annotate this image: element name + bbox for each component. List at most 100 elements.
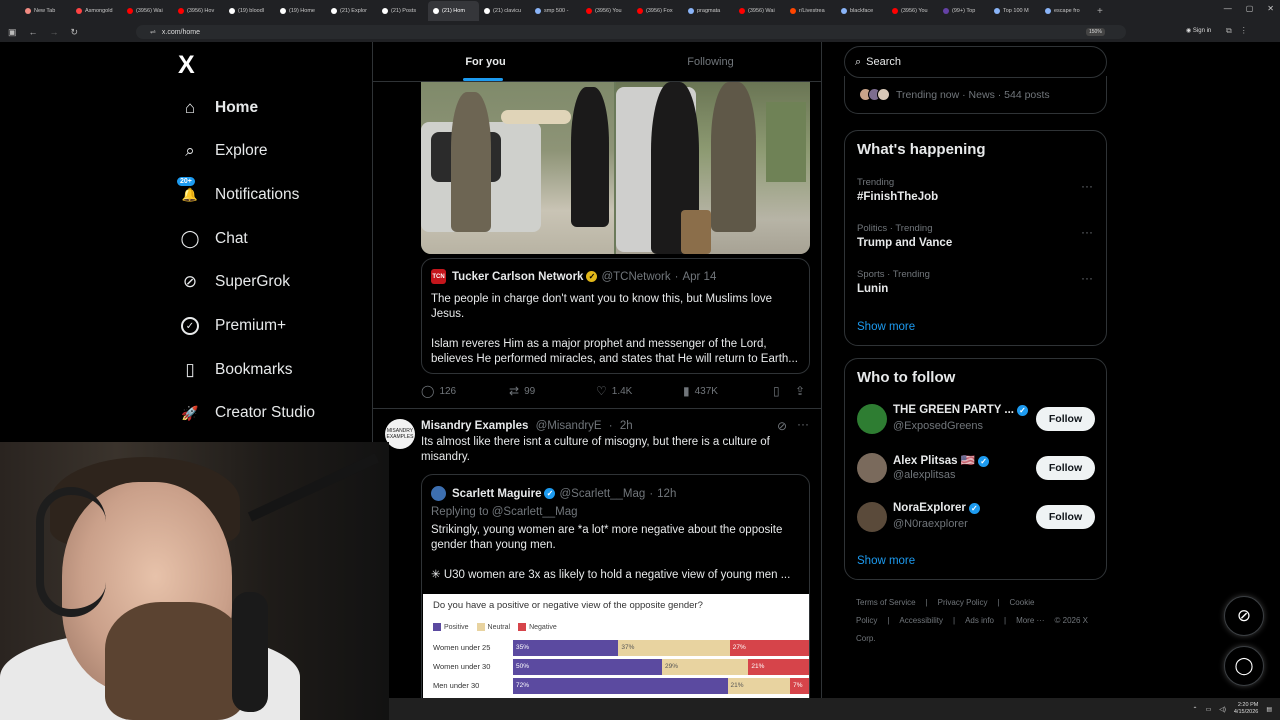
- network-icon[interactable]: ▭: [1206, 706, 1212, 713]
- nav-explore[interactable]: ⌕ Explore: [178, 136, 267, 166]
- browser-tab[interactable]: Top 100 M: [989, 1, 1040, 21]
- avatar[interactable]: MISANDRY EXAMPLES: [385, 419, 415, 449]
- more-options-icon[interactable]: ···: [1081, 179, 1093, 193]
- new-tab-icon[interactable]: +: [1097, 6, 1109, 17]
- signin-button[interactable]: ◉ Sign in: [1186, 27, 1211, 34]
- browser-tab[interactable]: (3956) You: [581, 1, 632, 21]
- reply-button[interactable]: ◯ 126: [421, 384, 456, 398]
- avatar[interactable]: [857, 404, 887, 434]
- zoom-badge[interactable]: 150%: [1086, 28, 1105, 36]
- reload-icon[interactable]: ↻: [71, 27, 79, 38]
- browser-tab[interactable]: escape fro: [1040, 1, 1091, 21]
- follow-button[interactable]: Follow: [1036, 505, 1095, 529]
- chart-image[interactable]: Do you have a positive or negative view …: [423, 594, 809, 698]
- footer-link[interactable]: Ads info: [965, 616, 994, 625]
- browser-tab[interactable]: (21) Posts: [377, 1, 428, 21]
- browser-tab[interactable]: pragmata: [683, 1, 734, 21]
- views-button[interactable]: ▮ 437K: [683, 384, 718, 398]
- post[interactable]: MISANDRY EXAMPLES Misandry Examples @Mis…: [373, 408, 821, 720]
- avatar[interactable]: [857, 502, 887, 532]
- more-options-icon[interactable]: ···: [1081, 271, 1093, 285]
- more-options-icon[interactable]: ···: [1081, 225, 1093, 239]
- minimize-icon[interactable]: —: [1224, 4, 1232, 13]
- post-time[interactable]: 2h: [620, 420, 633, 432]
- browser-tab[interactable]: (21) Explor: [326, 1, 377, 21]
- tab-following[interactable]: Following: [598, 42, 821, 81]
- author-handle[interactable]: @TCNetwork: [601, 271, 670, 283]
- close-icon[interactable]: ✕: [1267, 4, 1274, 13]
- site-info-icon[interactable]: ⇌: [150, 28, 156, 36]
- grok-icon[interactable]: ⊘: [777, 419, 787, 433]
- share-button[interactable]: ⇪: [795, 384, 805, 398]
- tcn-avatar[interactable]: TCN: [431, 269, 446, 284]
- follow-button[interactable]: Follow: [1036, 407, 1095, 431]
- search-input[interactable]: ⌕ Search: [844, 46, 1107, 78]
- follow-button[interactable]: Follow: [1036, 456, 1095, 480]
- quoted-post[interactable]: TCN Tucker Carlson Network ✓ @TCNetwork …: [421, 258, 810, 374]
- clock[interactable]: 2:20 PM 4/15/2026: [1234, 702, 1258, 716]
- sidebar-toggle-icon[interactable]: ▣: [8, 27, 17, 38]
- browser-tab[interactable]: New Tab: [20, 1, 71, 21]
- tab-for-you[interactable]: For you: [373, 42, 598, 81]
- show-more-link[interactable]: Show more: [857, 321, 915, 333]
- trend-item[interactable]: Trending #FinishTheJob ···: [857, 177, 1097, 203]
- bookmark-button[interactable]: ▯: [773, 384, 780, 398]
- footer-link[interactable]: More ···: [1016, 616, 1044, 625]
- tray-chevron-icon[interactable]: ⌃: [1193, 706, 1198, 713]
- menu-icon[interactable]: ⋮: [1240, 26, 1248, 36]
- browser-tab[interactable]: (3956) Wai: [734, 1, 785, 21]
- browser-tab[interactable]: (3956) Fox: [632, 1, 683, 21]
- footer-link[interactable]: Terms of Service: [856, 598, 916, 607]
- nav-creator-studio[interactable]: 🚀 Creator Studio: [178, 398, 315, 428]
- like-button[interactable]: ♡ 1.4K: [596, 384, 632, 398]
- nav-bookmarks[interactable]: ▯ Bookmarks: [178, 355, 292, 385]
- trend-item[interactable]: Sports · Trending Lunin ···: [857, 269, 1097, 295]
- browser-tab[interactable]: (19) Home: [275, 1, 326, 21]
- trend-item[interactable]: Politics · Trending Trump and Vance ···: [857, 223, 1097, 249]
- repost-button[interactable]: ⇄ 99: [509, 384, 535, 398]
- avatar[interactable]: [431, 486, 446, 501]
- follow-suggestion[interactable]: NoraExplorer ✓ @N0raexplorer Follow: [857, 500, 1097, 534]
- show-more-link[interactable]: Show more: [857, 555, 915, 567]
- url-bar[interactable]: ⇌ x.com/home: [136, 25, 1126, 39]
- x-logo[interactable]: X: [178, 52, 204, 78]
- forward-icon[interactable]: →: [50, 27, 59, 37]
- footer-link[interactable]: Privacy Policy: [938, 598, 988, 607]
- browser-tab[interactable]: (21) clavicu: [479, 1, 530, 21]
- post-time[interactable]: 12h: [657, 488, 676, 500]
- nav-supergrok[interactable]: ⊘ SuperGrok: [178, 267, 290, 297]
- more-options-icon[interactable]: ···: [797, 417, 809, 431]
- browser-tab[interactable]: (21) Hom: [428, 1, 479, 21]
- author-name[interactable]: Tucker Carlson Network: [452, 271, 583, 283]
- nav-notifications[interactable]: 🔔 20+ Notifications: [176, 176, 299, 210]
- browser-tab[interactable]: r/Livestrea: [785, 1, 836, 21]
- browser-tab[interactable]: blackface: [836, 1, 887, 21]
- author-name[interactable]: Scarlett Maguire: [452, 488, 541, 500]
- browser-tab[interactable]: (99+) Top: [938, 1, 989, 21]
- browser-tab[interactable]: (19) bloodl: [224, 1, 275, 21]
- browser-tab[interactable]: smp 500 -: [530, 1, 581, 21]
- author-name[interactable]: Misandry Examples: [421, 420, 528, 432]
- author-handle[interactable]: @Scarlett__Mag: [559, 488, 645, 500]
- extensions-icon[interactable]: ⧉: [1226, 26, 1232, 36]
- nav-home[interactable]: ⌂ Home: [178, 93, 258, 123]
- post-media-image[interactable]: [421, 82, 810, 254]
- notification-icon[interactable]: ▤: [1266, 706, 1272, 713]
- post-date[interactable]: Apr 14: [682, 271, 716, 283]
- messages-fab-button[interactable]: ◯: [1224, 646, 1264, 686]
- browser-tab[interactable]: Asmongold: [71, 1, 122, 21]
- browser-tab[interactable]: (3956) You: [887, 1, 938, 21]
- maximize-icon[interactable]: ▢: [1246, 4, 1254, 13]
- author-handle[interactable]: @MisandryE: [536, 420, 602, 432]
- footer-link[interactable]: Accessibility: [899, 616, 943, 625]
- nav-premium[interactable]: ✓ Premium+: [178, 311, 286, 341]
- back-icon[interactable]: ←: [29, 27, 38, 37]
- nav-chat[interactable]: ◯ Chat: [178, 224, 247, 254]
- avatar[interactable]: [857, 453, 887, 483]
- trending-now-strip[interactable]: Trending now · News · 544 posts: [844, 76, 1107, 114]
- volume-icon[interactable]: ◁): [1219, 706, 1226, 713]
- follow-suggestion[interactable]: THE GREEN PARTY ... ✓ @ExposedGreens Foll…: [857, 402, 1097, 436]
- grok-fab-button[interactable]: ⊘: [1224, 596, 1264, 636]
- browser-tab[interactable]: (3956) Wai: [122, 1, 173, 21]
- quoted-post[interactable]: Scarlett Maguire ✓ @Scarlett__Mag · 12h …: [421, 474, 810, 720]
